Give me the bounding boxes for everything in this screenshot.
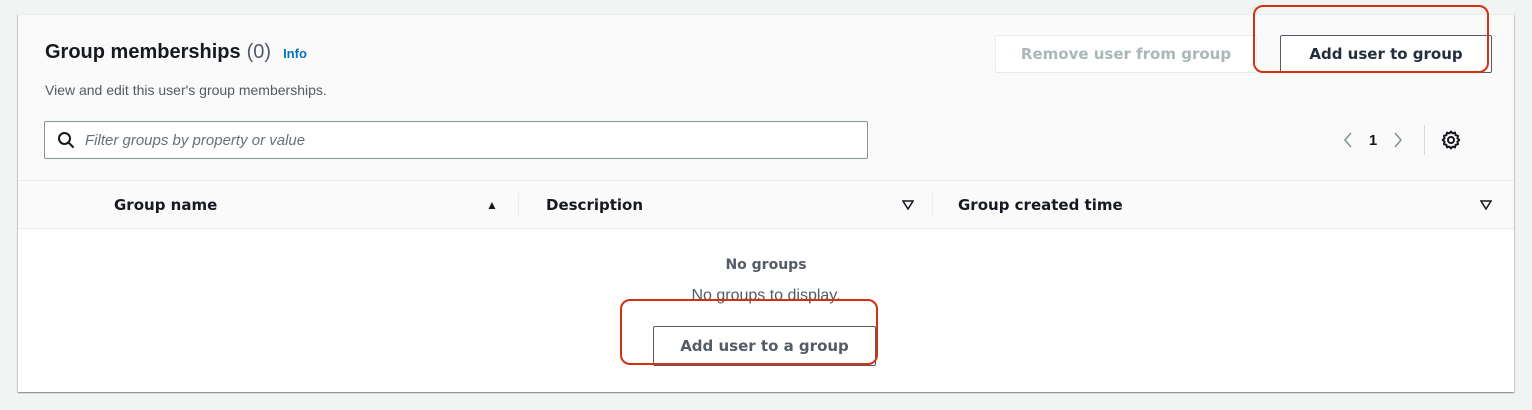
filter-input[interactable] <box>85 122 867 158</box>
chevron-right-icon[interactable] <box>1386 125 1410 155</box>
filter-box[interactable] <box>44 121 868 159</box>
empty-state-message: No groups to display. <box>691 287 841 304</box>
column-separator <box>932 193 933 217</box>
add-user-to-group-button[interactable]: Add user to group <box>1280 35 1492 73</box>
sort-descending-icon[interactable] <box>900 181 916 229</box>
column-header-group-created-time[interactable]: Group created time <box>958 181 1492 229</box>
remove-user-from-group-button[interactable]: Remove user from group <box>995 35 1257 73</box>
group-memberships-panel: Group memberships (0) Info View and edit… <box>18 14 1514 392</box>
search-icon <box>57 131 75 149</box>
empty-state-title: No groups <box>725 257 807 273</box>
column-separator <box>518 193 519 217</box>
panel-header: Group memberships (0) Info View and edit… <box>18 15 1514 181</box>
info-link[interactable]: Info <box>283 46 307 61</box>
pager-divider <box>1424 125 1425 155</box>
add-user-to-a-group-button[interactable]: Add user to a group <box>653 326 876 366</box>
panel-title-row: Group memberships (0) Info <box>45 41 307 64</box>
sort-ascending-icon[interactable]: ▲ <box>484 181 500 229</box>
current-page[interactable]: 1 <box>1360 132 1386 149</box>
sort-descending-icon[interactable] <box>1478 181 1494 229</box>
column-header-group-name[interactable]: Group name <box>114 181 518 229</box>
group-count: (0) <box>246 41 272 63</box>
empty-state: No groups No groups to display. Add user… <box>18 229 1514 393</box>
page-title: Group memberships <box>45 41 241 63</box>
chevron-left-icon[interactable] <box>1336 125 1360 155</box>
pagination: 1 <box>1336 125 1463 155</box>
table-header: Group name ▲ Description Group created t… <box>18 181 1514 229</box>
column-header-description[interactable]: Description <box>546 181 932 229</box>
gear-icon[interactable] <box>1439 128 1463 152</box>
panel-description: View and edit this user's group membersh… <box>45 82 327 98</box>
